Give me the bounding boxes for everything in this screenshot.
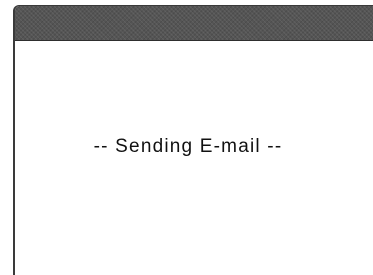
dialog-body: -- Sending E-mail -- [15, 41, 373, 275]
sending-email-dialog: -- Sending E-mail -- [13, 5, 373, 275]
status-message: -- Sending E-mail -- [93, 136, 283, 157]
dialog-title-bar[interactable] [15, 6, 373, 41]
